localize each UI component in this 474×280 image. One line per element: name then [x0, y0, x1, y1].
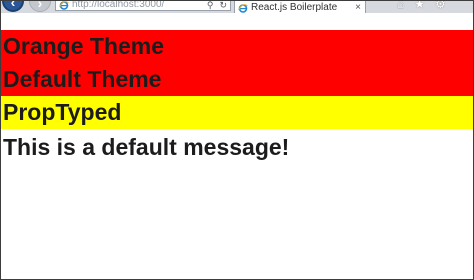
refresh-icon[interactable]: ↻ — [219, 1, 227, 10]
browser-window: ‹ › http://localhost:3000/ ⚲ ↻ React.js … — [0, 0, 474, 280]
forward-button[interactable]: › — [29, 1, 51, 12]
tab-title: React.js Boilerplate — [251, 2, 338, 13]
tab-favicon-icon — [238, 4, 248, 13]
back-arrow-icon: ‹ — [10, 1, 16, 10]
default-message: This is a default message! — [3, 134, 290, 160]
orange-theme-block: Orange Theme — [1, 30, 473, 63]
toolbar-icons: ⌂ ★ ⚙ — [397, 1, 446, 10]
default-theme-block: Default Theme — [1, 63, 473, 96]
address-url: http://localhost:3000/ — [72, 1, 165, 10]
tab-react-boilerplate[interactable]: React.js Boilerplate × — [234, 1, 366, 13]
address-bar[interactable]: http://localhost:3000/ ⚲ ↻ — [55, 1, 231, 11]
proptyped-block: PropTyped — [1, 96, 473, 129]
page-content: Orange Theme Default Theme PropTyped Thi… — [1, 30, 473, 165]
favorites-icon[interactable]: ★ — [414, 1, 425, 10]
home-icon[interactable]: ⌂ — [397, 1, 404, 10]
back-button[interactable]: ‹ — [2, 1, 24, 12]
forward-arrow-icon: › — [37, 1, 43, 11]
browser-toolbar: ‹ › http://localhost:3000/ ⚲ ↻ React.js … — [1, 1, 473, 13]
search-icon[interactable]: ⚲ — [207, 1, 214, 10]
tab-close-icon[interactable]: × — [355, 2, 361, 13]
ie-logo-icon — [59, 1, 69, 10]
settings-icon[interactable]: ⚙ — [435, 1, 446, 10]
